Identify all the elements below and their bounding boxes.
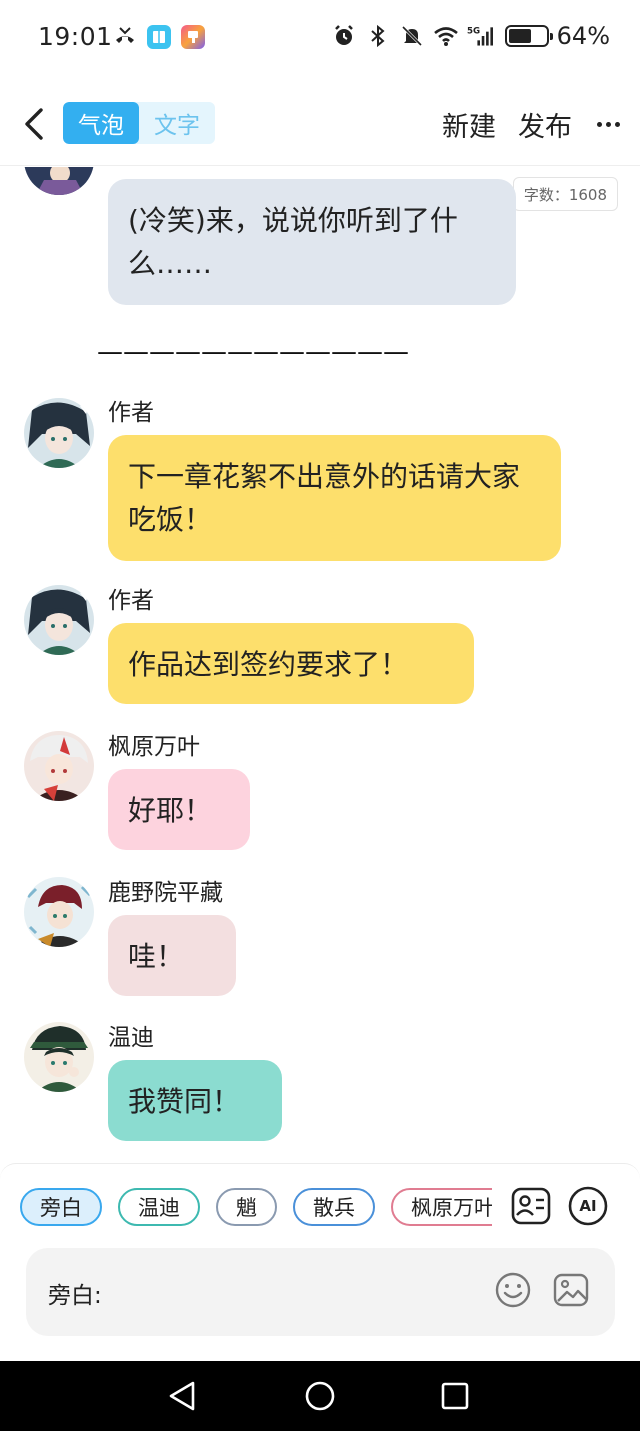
avatar[interactable] xyxy=(24,1022,94,1092)
tab-bubble[interactable]: 气泡 xyxy=(63,102,139,144)
battery-percent: 64% xyxy=(556,22,610,50)
ai-label: AI xyxy=(579,1197,597,1215)
back-arrow-icon xyxy=(25,108,43,140)
avatar[interactable] xyxy=(24,731,94,801)
character-card-button[interactable] xyxy=(511,1186,551,1226)
character-chip-row: 旁白 温迪 魈 散兵 枫原万叶 xyxy=(20,1188,492,1228)
ai-button[interactable]: AI xyxy=(568,1186,608,1226)
book-app-icon xyxy=(146,24,172,50)
emoji-icon xyxy=(495,1272,531,1308)
message-bubble[interactable]: 下一章花絮不出意外的话请大家吃饭！ xyxy=(108,435,561,561)
status-right-icons: 5G 64% xyxy=(331,22,610,50)
emoji-button[interactable] xyxy=(493,1270,533,1310)
message-bubble[interactable]: 哇！ xyxy=(108,915,236,996)
new-button[interactable]: 新建 xyxy=(442,105,496,144)
svg-text:5G: 5G xyxy=(467,26,480,36)
mute-bell-icon xyxy=(399,23,425,49)
publish-button[interactable]: 发布 xyxy=(518,105,572,144)
chip-character[interactable]: 枫原万叶 xyxy=(391,1188,492,1226)
chip-character[interactable]: 温迪 xyxy=(118,1188,200,1226)
top-actions: 新建 发布 xyxy=(442,102,622,146)
speaker-name: 温迪 xyxy=(108,1025,154,1051)
more-dots-icon[interactable] xyxy=(594,102,622,146)
status-time: 19:01 xyxy=(38,22,113,51)
battery-icon xyxy=(504,25,553,47)
status-notification-icons xyxy=(112,24,206,50)
avatar[interactable] xyxy=(24,585,94,655)
bluetooth-icon xyxy=(365,23,391,49)
alarm-icon xyxy=(331,23,357,49)
nav-back-icon[interactable] xyxy=(164,1378,200,1414)
speaker-name: 鹿野院平藏 xyxy=(108,880,223,906)
message-bubble[interactable]: (冷笑)来，说说你听到了什么…… xyxy=(108,179,516,305)
chat-area[interactable]: 字数：1608 (冷笑)来，说说你听到了什么…… ———————————— 作者… xyxy=(0,167,640,1163)
chip-character[interactable]: 散兵 xyxy=(293,1188,375,1226)
nav-home-icon[interactable] xyxy=(302,1378,338,1414)
nav-recents-icon[interactable] xyxy=(437,1378,473,1414)
message-bubble[interactable]: 好耶！ xyxy=(108,769,250,850)
chip-narration[interactable]: 旁白 xyxy=(20,1188,102,1226)
message-bubble[interactable]: 作品达到签约要求了！ xyxy=(108,623,474,704)
tab-text[interactable]: 文字 xyxy=(139,102,215,144)
avatar[interactable] xyxy=(24,167,94,195)
speaker-name: 作者 xyxy=(108,400,154,426)
missed-call-icon xyxy=(112,24,138,50)
avatar[interactable] xyxy=(24,398,94,468)
chip-character[interactable]: 魈 xyxy=(216,1188,277,1226)
character-card-icon xyxy=(511,1187,551,1225)
status-bar: 19:01 5G 64% xyxy=(0,0,640,76)
image-button[interactable] xyxy=(551,1270,591,1310)
input-speaker-label: 旁白: xyxy=(48,1283,102,1309)
top-app-bar: 气泡 文字 新建 发布 xyxy=(0,82,640,166)
cellular-5g-icon: 5G xyxy=(467,23,493,49)
composer-panel: 旁白 温迪 魈 散兵 枫原万叶 AI 旁白: xyxy=(0,1163,640,1361)
wifi-icon xyxy=(433,23,459,49)
message-input[interactable] xyxy=(118,1268,478,1314)
input-box: 旁白: xyxy=(26,1248,615,1336)
back-button[interactable] xyxy=(16,102,52,146)
speaker-name: 作者 xyxy=(108,588,154,614)
speaker-name: 枫原万叶 xyxy=(108,734,200,760)
mode-toggle: 气泡 文字 xyxy=(63,102,215,144)
section-divider: ———————————— xyxy=(97,337,409,367)
battery-fill xyxy=(508,29,531,43)
image-icon xyxy=(553,1273,589,1307)
word-count-badge: 字数：1608 xyxy=(512,177,618,211)
system-nav-bar xyxy=(0,1361,640,1431)
avatar[interactable] xyxy=(24,877,94,947)
paint-app-icon xyxy=(180,24,206,50)
message-bubble[interactable]: 我赞同！ xyxy=(108,1060,282,1141)
